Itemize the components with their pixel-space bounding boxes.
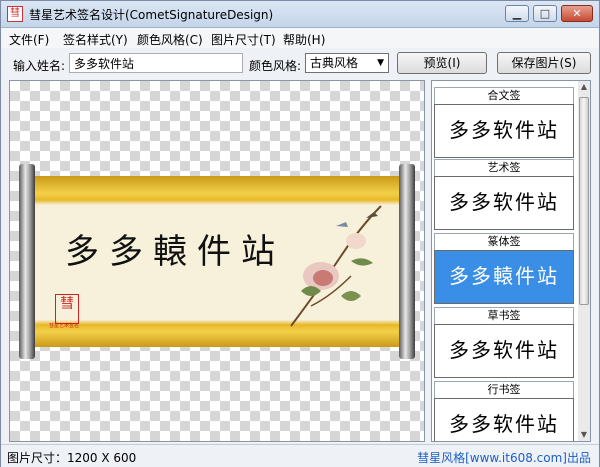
menu-image-size[interactable]: 图片尺寸(T) — [211, 31, 276, 48]
scroll-up-icon[interactable]: ▲ — [578, 81, 590, 93]
name-label: 输入姓名: — [13, 59, 66, 73]
color-style-value: 古典风格 — [310, 56, 359, 70]
style-card-yishu[interactable]: 艺术签 多多软件站 — [434, 159, 574, 230]
menu-color-style[interactable]: 颜色风格(C) — [137, 31, 203, 48]
style-card-hewen[interactable]: 合文签 多多软件站 — [434, 87, 574, 158]
image-size-status: 图片尺寸：1200 X 600 — [7, 451, 137, 465]
seal-stamp: 彗 — [55, 294, 79, 324]
seal-caption: 彗星艺术签名 — [49, 323, 80, 329]
style-card-title: 合文签 — [434, 87, 574, 104]
scrollbar-thumb[interactable] — [579, 97, 589, 305]
preview-button[interactable]: 预览(I) — [397, 52, 487, 74]
scroll-roller-left — [19, 164, 35, 359]
signature-text: 多多轅件站 — [65, 232, 285, 272]
scroll-paper: 多多轅件站 彗 彗星艺术签名 — [35, 176, 399, 347]
style-card-sample: 多多轅件站 — [434, 250, 574, 304]
credit-link[interactable]: 彗星风格[www.it608.com]出品 — [417, 449, 591, 466]
style-card-xingshu[interactable]: 行书签 多多软件站 — [434, 381, 574, 441]
style-card-sample: 多多软件站 — [434, 104, 574, 158]
style-card-title: 行书签 — [434, 381, 574, 398]
status-bar: 图片尺寸：1200 X 600 彗星风格[www.it608.com]出品 — [1, 444, 599, 467]
color-style-select[interactable]: 古典风格 ▼ — [305, 53, 389, 73]
app-window: 彗 彗星艺术签名设计(CometSignatureDesign) ▁ □ ✕ 文… — [0, 0, 600, 467]
style-card-title: 艺术签 — [434, 159, 574, 176]
color-style-label: 颜色风格: — [249, 59, 302, 73]
menu-help[interactable]: 帮助(H) — [283, 31, 325, 48]
save-image-button[interactable]: 保存图片(S) — [497, 52, 591, 74]
menu-file[interactable]: 文件(F) — [9, 31, 49, 48]
title-bar[interactable]: 彗 彗星艺术签名设计(CometSignatureDesign) ▁ □ ✕ — [1, 1, 599, 28]
close-button[interactable]: ✕ — [561, 5, 593, 22]
style-card-title: 草书签 — [434, 307, 574, 324]
chevron-down-icon: ▼ — [377, 58, 384, 68]
toolbar: 输入姓名: 颜色风格: 古典风格 ▼ 预览(I) 保存图片(S) — [1, 49, 599, 79]
maximize-button[interactable]: □ — [533, 5, 557, 22]
signature-scroll-image: 多多轅件站 彗 彗星艺术签名 — [19, 164, 415, 359]
scroll-roller-right — [399, 164, 415, 359]
menu-signature-style[interactable]: 签名样式(Y) — [63, 31, 128, 48]
style-card-sample: 多多软件站 — [434, 398, 574, 441]
menu-bar: 文件(F) 签名样式(Y) 颜色风格(C) 图片尺寸(T) 帮助(H) — [1, 28, 599, 48]
style-card-title: 篆体签 — [434, 233, 574, 250]
peony-painting-icon — [290, 205, 382, 327]
style-card-sample: 多多软件站 — [434, 324, 574, 378]
style-list-scrollbar[interactable]: ▲ ▼ — [578, 81, 590, 441]
seal-logo-icon: 彗 — [7, 6, 23, 22]
style-card-sample: 多多软件站 — [434, 176, 574, 230]
style-list-panel: 合文签 多多软件站 艺术签 多多软件站 篆体签 多多轅件站 草书签 多多软件站 … — [431, 80, 591, 442]
window-title: 彗星艺术签名设计(CometSignatureDesign) — [29, 8, 274, 22]
style-card-caoshu[interactable]: 草书签 多多软件站 — [434, 307, 574, 378]
style-card-zhuanti[interactable]: 篆体签 多多轅件站 — [434, 233, 574, 304]
name-input[interactable] — [69, 53, 243, 73]
scroll-down-icon[interactable]: ▼ — [578, 429, 590, 441]
minimize-button[interactable]: ▁ — [505, 5, 529, 22]
